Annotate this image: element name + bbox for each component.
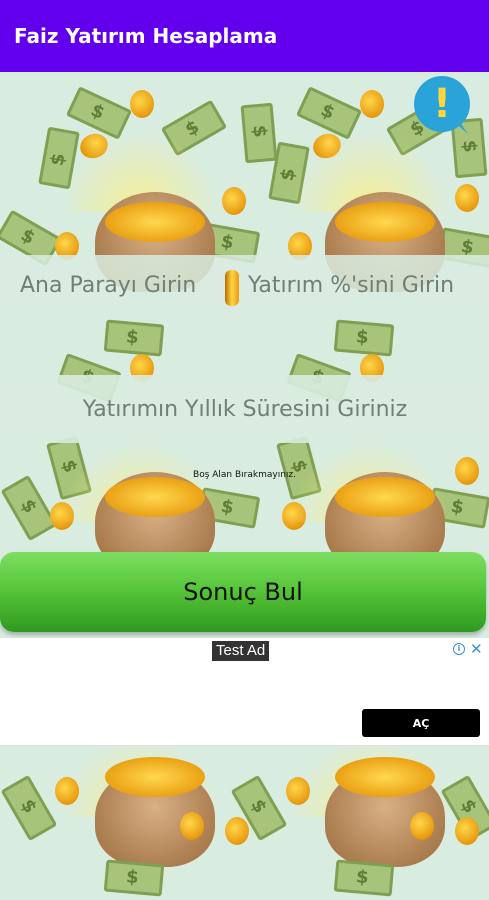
principal-rate-row	[0, 255, 489, 315]
rate-input[interactable]	[248, 255, 480, 315]
ad-close-icon[interactable]: ✕	[470, 640, 483, 658]
coin-icon	[455, 184, 479, 212]
coin-pile-icon	[105, 757, 205, 797]
coin-divider-icon	[225, 270, 239, 306]
ad-info-icon[interactable]: i	[453, 643, 465, 655]
ad-label: Test Ad	[212, 641, 270, 661]
exclamation-icon: !	[432, 81, 452, 127]
app-title: Faiz Yatırım Hesaplama	[14, 24, 278, 48]
coin-pile-icon	[335, 477, 435, 517]
dollar-bill-icon	[333, 319, 395, 357]
coin-icon	[360, 90, 384, 118]
info-button[interactable]: !	[414, 76, 470, 132]
dollar-bill-icon	[240, 102, 278, 164]
money-background	[0, 72, 489, 900]
find-result-button[interactable]: Sonuç Bul	[0, 552, 486, 632]
ad-banner[interactable]: Test Ad i ✕ AÇ	[0, 638, 489, 746]
dollar-bill-icon	[0, 774, 58, 842]
coin-icon	[55, 777, 79, 805]
coin-icon	[180, 812, 204, 840]
empty-field-warning: Boş Alan Bırakmayınız.	[193, 470, 296, 480]
ad-open-button[interactable]: AÇ	[362, 709, 480, 737]
coin-icon	[410, 812, 434, 840]
coin-pile-icon	[335, 202, 435, 242]
coin-icon	[286, 777, 310, 805]
dollar-bill-icon	[0, 474, 58, 542]
years-row	[0, 375, 489, 443]
coin-icon	[222, 187, 246, 215]
coin-pile-icon	[335, 757, 435, 797]
dollar-bill-icon	[103, 859, 165, 897]
coin-pile-icon	[105, 202, 205, 242]
dollar-bill-icon	[333, 859, 395, 897]
dollar-bill-icon	[103, 319, 165, 357]
years-input[interactable]	[30, 375, 460, 443]
coin-icon	[130, 90, 154, 118]
principal-input[interactable]	[20, 255, 230, 315]
coin-pile-icon	[105, 477, 205, 517]
coin-icon	[455, 817, 479, 845]
coin-icon	[225, 817, 249, 845]
app-bar: Faiz Yatırım Hesaplama	[0, 0, 489, 72]
